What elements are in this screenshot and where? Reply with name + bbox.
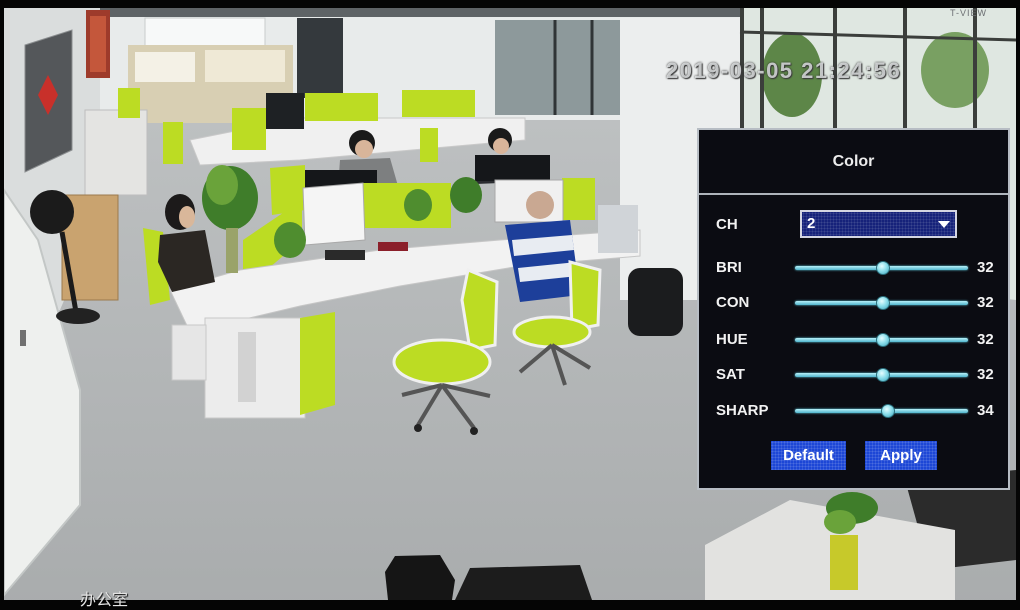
chair-wheel <box>470 427 478 435</box>
channel-select[interactable]: 2 <box>800 210 957 238</box>
foreground-plant <box>824 510 856 534</box>
standing-fan-base <box>56 308 100 324</box>
green-chair <box>420 128 438 162</box>
person-face <box>493 138 509 154</box>
desk-plant <box>206 165 238 205</box>
door-handle <box>20 330 26 346</box>
desk-cart <box>598 205 638 253</box>
slider-row-hue: HUE 32 <box>699 330 1008 350</box>
desk-plant <box>450 177 482 213</box>
person-face <box>179 206 195 228</box>
apply-button[interactable]: Apply <box>865 441 937 470</box>
green-chair <box>163 122 183 164</box>
osd-timestamp: 2019-03-05 21:24:56 <box>666 58 902 83</box>
cabinet-shelf <box>205 50 285 82</box>
slider-label: SAT <box>716 366 745 383</box>
green-partition <box>232 108 266 150</box>
desk-plant <box>274 222 306 258</box>
osd-channel-name: 办公室 <box>80 590 129 609</box>
slider-knob[interactable] <box>875 261 890 275</box>
slider-label: CON <box>716 294 750 311</box>
monitor-back <box>302 182 366 246</box>
dark-doorway <box>297 18 343 98</box>
hue-slider[interactable] <box>795 333 968 347</box>
outdoor-tree <box>921 32 989 108</box>
default-button[interactable]: Default <box>771 441 846 470</box>
slider-value: 32 <box>977 259 994 276</box>
brightness-slider[interactable] <box>795 261 968 275</box>
green-side-panel <box>300 312 335 415</box>
keyboard <box>325 250 365 260</box>
slider-label: SHARP <box>716 402 769 419</box>
desk-cabinet <box>171 324 207 381</box>
ceiling-edge <box>95 8 745 17</box>
slider-knob[interactable] <box>875 368 890 382</box>
slider-knob[interactable] <box>881 404 896 418</box>
panel-title: Color <box>832 153 875 170</box>
desk-plant <box>404 189 432 221</box>
color-settings-panel: Color CH 2 BRI 32 CON 32 HUE 32 SAT 32 S… <box>697 128 1010 490</box>
title-divider <box>699 193 1008 195</box>
plant-pot <box>226 228 238 273</box>
glass-corridor <box>495 20 620 115</box>
sharpness-slider[interactable] <box>795 404 968 418</box>
green-partition <box>402 90 475 117</box>
back-window <box>144 17 266 49</box>
slider-value: 32 <box>977 366 994 383</box>
slider-value: 32 <box>977 331 994 348</box>
brand-label: T-VIEW <box>950 8 987 18</box>
black-chair <box>455 565 592 600</box>
plant-pot <box>830 535 858 590</box>
green-partition <box>562 178 595 220</box>
contrast-slider[interactable] <box>795 296 968 310</box>
channel-select-value: 2 <box>807 215 816 232</box>
slider-label: HUE <box>716 331 748 348</box>
person-head <box>526 191 554 219</box>
painting-inner <box>90 16 106 72</box>
chevron-down-icon[interactable] <box>938 221 950 228</box>
cabinet-shelf <box>135 52 195 82</box>
green-chair-back <box>460 267 499 352</box>
channel-label: CH <box>716 216 738 233</box>
slider-row-con: CON 32 <box>699 293 1008 313</box>
desk-item <box>378 242 408 251</box>
black-monitor <box>475 155 550 181</box>
standing-fan-head <box>30 190 74 234</box>
person-face <box>355 140 373 158</box>
slider-row-sat: SAT 32 <box>699 365 1008 385</box>
green-partition <box>305 93 378 121</box>
slider-row-sharp: SHARP 34 <box>699 401 1008 421</box>
green-chair-seat <box>512 315 592 349</box>
green-chair <box>118 88 140 118</box>
backpack <box>628 268 683 336</box>
slider-label: BRI <box>716 259 742 276</box>
slider-knob[interactable] <box>875 296 890 310</box>
saturation-slider[interactable] <box>795 368 968 382</box>
monitor <box>266 93 304 129</box>
chair-wheel <box>414 424 422 432</box>
cabinet-vent <box>238 332 256 402</box>
side-desk <box>84 109 148 196</box>
slider-row-bri: BRI 32 <box>699 258 1008 278</box>
slider-value: 34 <box>977 402 994 419</box>
green-chair-seat <box>392 338 492 386</box>
slider-value: 32 <box>977 294 994 311</box>
slider-knob[interactable] <box>875 333 890 347</box>
